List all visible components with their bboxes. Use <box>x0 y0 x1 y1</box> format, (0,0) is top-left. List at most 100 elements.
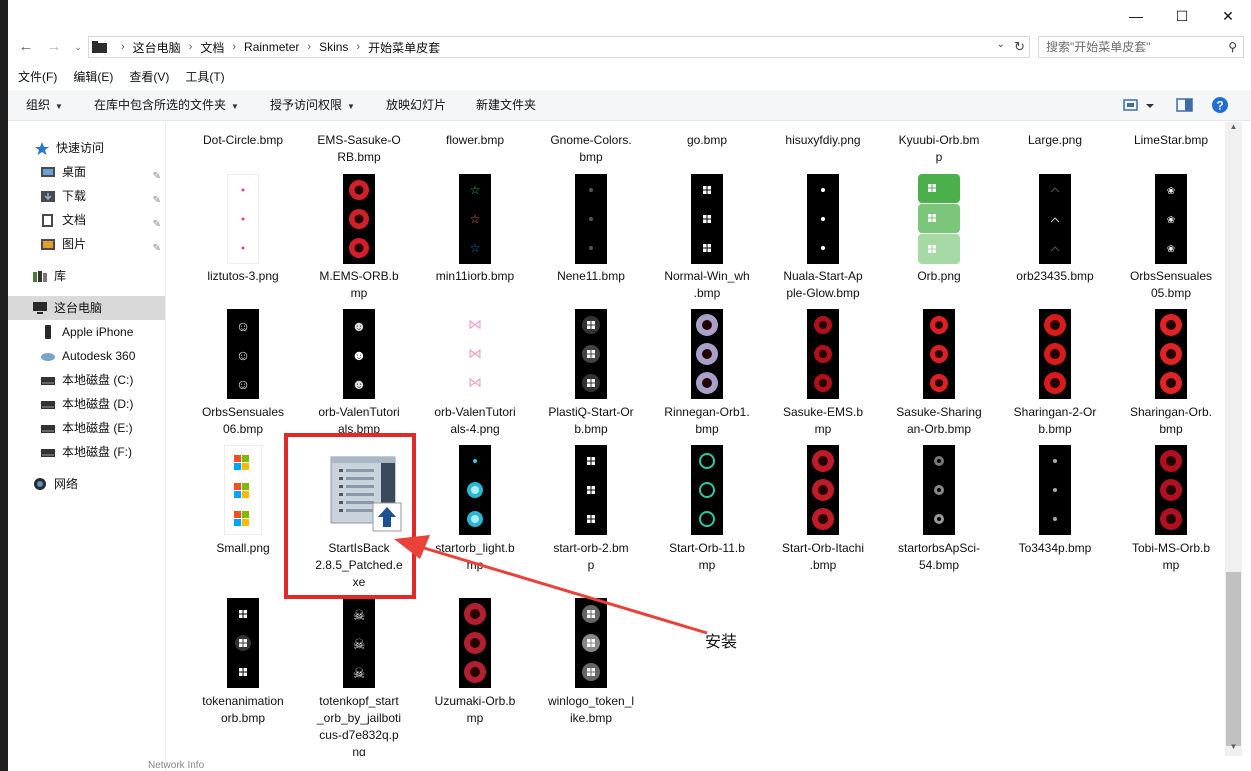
sidebar-item-6[interactable]: 这台电脑 <box>8 296 165 320</box>
preview-pane-icon[interactable] <box>1176 90 1194 120</box>
maximize-button[interactable]: ☐ <box>1159 0 1205 32</box>
vertical-scrollbar[interactable]: ▲ ▼ <box>1225 122 1242 756</box>
star-icon <box>34 141 50 155</box>
file-name: orb-ValenTutori als-4.png <box>434 405 516 436</box>
file-thumbnail <box>575 598 607 688</box>
sidebar-item-13[interactable]: 网络 <box>8 472 165 496</box>
view-options-icon[interactable] <box>1122 90 1156 120</box>
sidebar-item-7[interactable]: Apple iPhone <box>8 320 165 344</box>
file-thumbnail: ☺ ☺ ☺ <box>227 309 259 399</box>
include-in-library-button[interactable]: 在库中包含所选的文件夹 ▼ <box>94 90 239 120</box>
sidebar-item-label: Apple iPhone <box>62 325 134 339</box>
command-bar: 组织 ▼ 在库中包含所选的文件夹 ▼ 授予访问权限 ▼ 放映幻灯片 新建文件夹 ? <box>8 90 1251 121</box>
organize-button[interactable]: 组织 ▼ <box>26 90 63 120</box>
sidebar-item-12[interactable]: 本地磁盘 (F:) <box>8 440 165 464</box>
file-name: To3434p.bmp <box>1018 541 1092 555</box>
svg-text:⋈: ⋈ <box>468 316 482 332</box>
sidebar-item-label: 本地磁盘 (D:) <box>62 397 134 411</box>
sidebar-item-label: 文档 <box>62 213 87 227</box>
file-thumbnail <box>1039 174 1071 264</box>
file-name: Nuala-Start-Ap ple-Glow.bmp <box>783 269 863 300</box>
file-name: Orb.png <box>917 269 961 283</box>
sidebar-item-4[interactable]: 图片 ✎ <box>8 232 165 256</box>
menu-edit[interactable]: 编辑(E) <box>73 67 113 87</box>
sidebar-item-5[interactable]: 库 <box>8 264 165 288</box>
svg-text:☆: ☆ <box>470 183 481 197</box>
sidebar-item-label: 本地磁盘 (F:) <box>62 445 132 459</box>
search-input[interactable]: 搜索"开始菜单皮套" ⚲ <box>1038 36 1244 58</box>
desktop-icon <box>40 165 56 179</box>
breadcrumb-item[interactable]: 这台电脑 <box>133 39 181 56</box>
file-name: PlastiQ-Start-Or b.bmp <box>548 405 634 436</box>
svg-text:☺: ☺ <box>236 318 250 334</box>
svg-text:⋈: ⋈ <box>468 345 482 361</box>
file-thumbnail <box>691 174 723 264</box>
picture-icon <box>40 237 56 251</box>
address-row: ← → ⌄ › 这台电脑 › 文档 › Rainmeter › Skins › 开始菜单皮… <box>8 32 1251 62</box>
pin-icon[interactable]: ✎ <box>153 237 161 261</box>
scroll-down-icon[interactable]: ▼ <box>1225 742 1242 756</box>
file-name: flower.bmp <box>445 133 505 147</box>
chevron-down-icon[interactable]: ⌄ <box>997 39 1005 50</box>
sidebar-item-0[interactable]: 快速访问 <box>8 136 165 160</box>
scroll-up-icon[interactable]: ▲ <box>1225 122 1242 136</box>
highlight-box <box>284 433 416 599</box>
sidebar-item-3[interactable]: 文档 ✎ <box>8 208 165 232</box>
back-arrow-icon[interactable]: ← <box>16 38 36 56</box>
breadcrumb-item[interactable]: 开始菜单皮套 <box>368 39 440 56</box>
share-with-button[interactable]: 授予访问权限 ▼ <box>270 90 355 120</box>
svg-text:⋈: ⋈ <box>468 374 482 390</box>
file-name: startorb_light.b mp <box>435 541 515 572</box>
svg-text:☆: ☆ <box>470 241 481 255</box>
sidebar-item-9[interactable]: 本地磁盘 (C:) <box>8 368 165 392</box>
menu-file[interactable]: 文件(F) <box>18 67 57 87</box>
file-name: Start-Orb-Itachi .bmp <box>781 541 865 572</box>
breadcrumb-item[interactable]: Skins <box>319 40 348 54</box>
file-thumbnail: ⋈ ⋈ ⋈ <box>459 309 491 399</box>
new-folder-button[interactable]: 新建文件夹 <box>476 90 536 120</box>
address-bar[interactable]: › 这台电脑 › 文档 › Rainmeter › Skins › 开始菜单皮套 ⌄ ↻ <box>88 36 1030 58</box>
scrollbar-thumb[interactable] <box>1226 572 1241 746</box>
sidebar-item-1[interactable]: 桌面 ✎ <box>8 160 165 184</box>
breadcrumb-item[interactable]: Rainmeter <box>244 40 299 54</box>
sidebar-item-10[interactable]: 本地磁盘 (D:) <box>8 392 165 416</box>
svg-text:❀: ❀ <box>1167 186 1175 197</box>
file-thumbnail <box>1155 309 1187 399</box>
up-chevron-icon[interactable]: ⌄ <box>68 38 88 56</box>
library-icon <box>32 269 48 283</box>
explorer-window: — ☐ ✕ ← → ⌄ › 这台电脑 › 文档 › Rainmeter › Skins … <box>8 0 1251 771</box>
file-name: startorbsApSci- 54.bmp <box>897 541 981 572</box>
sidebar-item-label: 快速访问 <box>56 141 105 155</box>
file-name: Start-Orb-11.b mp <box>669 541 745 572</box>
sidebar-item-label: 这台电脑 <box>54 301 103 315</box>
refresh-icon[interactable]: ↻ <box>1014 39 1025 55</box>
file-thumbnail <box>227 598 259 688</box>
file-name: Dot-Circle.bmp <box>202 133 283 147</box>
breadcrumb-item[interactable]: 文档 <box>200 39 224 56</box>
sidebar-item-11[interactable]: 本地磁盘 (E:) <box>8 416 165 440</box>
phone-icon <box>40 325 56 339</box>
file-name: go.bmp <box>686 133 728 147</box>
drive-icon <box>40 445 56 459</box>
help-icon[interactable]: ? <box>1210 90 1230 120</box>
file-thumbnail <box>224 445 262 535</box>
sidebar-item-8[interactable]: Autodesk 360 <box>8 344 165 368</box>
menu-view[interactable]: 查看(V) <box>129 67 169 87</box>
file-name: Sasuke-Sharing an-Orb.bmp <box>896 405 982 436</box>
file-thumbnail <box>691 445 723 535</box>
close-button[interactable]: ✕ <box>1205 0 1251 32</box>
file-name: Uzumaki-Orb.b mp <box>434 694 516 725</box>
sidebar-item-2[interactable]: 下载 ✎ <box>8 184 165 208</box>
forward-arrow-icon[interactable]: → <box>44 38 64 56</box>
cloud-icon <box>40 349 56 363</box>
file-name: OrbsSensuales 05.bmp <box>1129 269 1213 300</box>
drive-icon <box>40 421 56 435</box>
search-icon[interactable]: ⚲ <box>1228 37 1237 57</box>
file-thumbnail <box>691 309 723 399</box>
file-thumbnail <box>1155 445 1187 535</box>
drive-icon <box>40 373 56 387</box>
file-thumbnail <box>575 174 607 264</box>
menu-tools[interactable]: 工具(T) <box>185 67 224 87</box>
slideshow-button[interactable]: 放映幻灯片 <box>386 90 446 120</box>
minimize-button[interactable]: — <box>1113 0 1159 32</box>
